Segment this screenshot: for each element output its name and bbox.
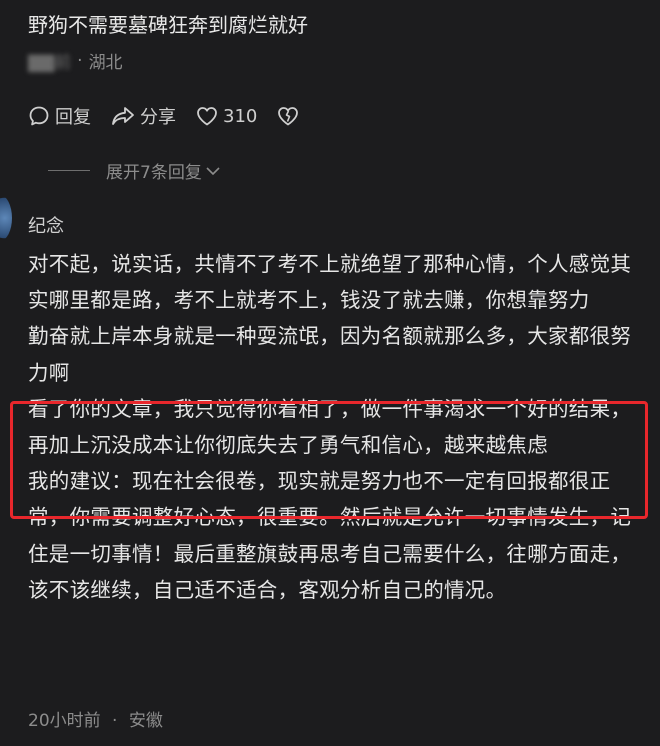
comment-meta: ▇▇前 · 湖北 <box>28 48 650 74</box>
reply-paragraph: 对不起，说实话，共情不了考不上就绝望了那种心情，个人感觉其实哪里都是路，考不上就… <box>28 252 632 385</box>
expand-replies-button[interactable]: 展开7条回复 <box>48 158 221 183</box>
like-button[interactable]: 310 <box>196 106 257 127</box>
meta-separator: · <box>112 711 118 731</box>
comment-text: 野狗不需要墓碑狂奔到腐烂就好 <box>28 13 308 37</box>
expand-label: 展开7条回复 <box>106 163 202 183</box>
meta-separator: · <box>77 50 83 71</box>
reply-label: 回复 <box>55 107 91 128</box>
share-label: 分享 <box>140 107 176 128</box>
comment-author[interactable]: ▇▇前 <box>28 48 71 73</box>
comment-location: 湖北 <box>88 53 123 73</box>
reply-button[interactable]: 回复 <box>28 103 91 129</box>
reply-meta: 20小时前 · 安徽 <box>28 706 163 731</box>
parent-comment: 野狗不需要墓碑狂奔到腐烂就好 ▇▇前 · 湖北 <box>28 10 650 73</box>
reply-location: 安徽 <box>128 711 163 731</box>
share-icon <box>112 107 134 125</box>
heart-icon <box>197 107 217 126</box>
avatar[interactable] <box>0 195 12 241</box>
reply-time: 20小时前 <box>28 711 101 731</box>
reply-icon <box>29 106 49 126</box>
like-count: 310 <box>223 105 258 127</box>
comment-actions: 回复 分享 310 <box>28 103 324 129</box>
chevron-down-icon <box>206 166 220 175</box>
dislike-button[interactable] <box>277 106 304 126</box>
highlight-annotation-box <box>10 401 648 519</box>
share-button[interactable]: 分享 <box>111 103 176 129</box>
broken-heart-icon <box>278 107 299 126</box>
reply-author[interactable]: 纪念 <box>28 212 640 242</box>
expand-divider <box>48 170 90 171</box>
